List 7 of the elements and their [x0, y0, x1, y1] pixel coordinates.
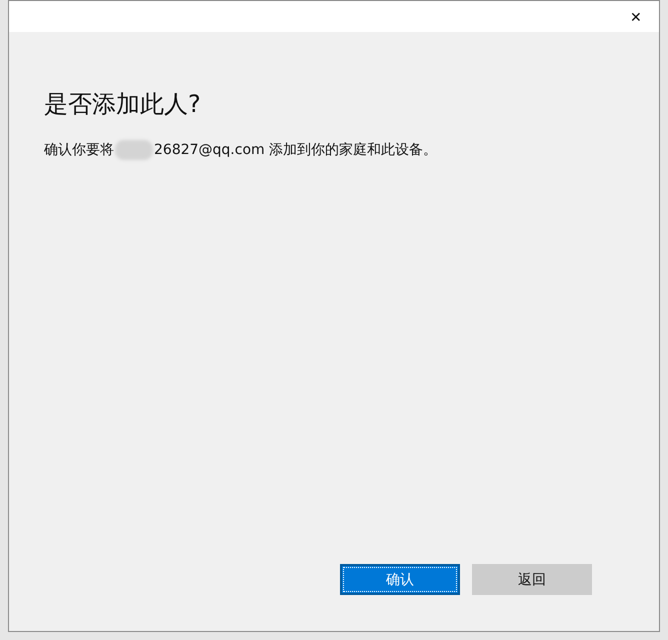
- message-text: 26827@qq.com 添加到你的家庭和此设备。: [154, 141, 438, 159]
- dialog-title: 是否添加此人?: [44, 89, 201, 120]
- close-button[interactable]: ✕: [613, 1, 659, 32]
- confirm-button[interactable]: 确认: [340, 564, 460, 595]
- redaction-mark: [115, 140, 153, 160]
- back-button[interactable]: 返回: [472, 564, 592, 595]
- message-text: 确认你要将: [44, 141, 114, 159]
